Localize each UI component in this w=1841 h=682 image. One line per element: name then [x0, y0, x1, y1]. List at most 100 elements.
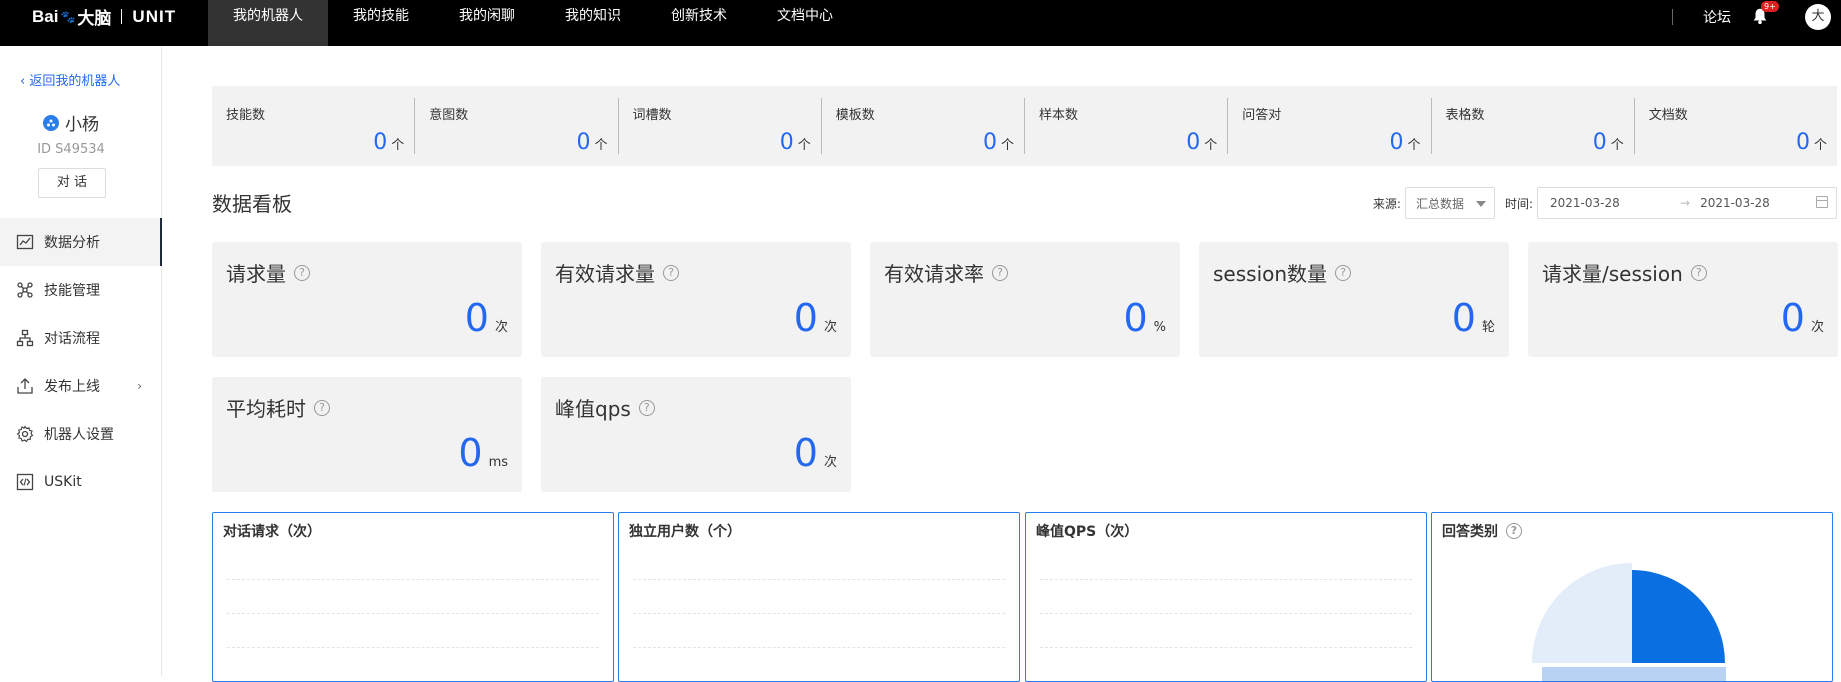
code-icon [16, 473, 34, 491]
logo-bai: Bai [32, 6, 59, 26]
stat-number: 0 [1389, 130, 1404, 155]
sidebar-item-data-analysis[interactable]: 数据分析 [0, 218, 162, 266]
metric-unit: 次 [494, 320, 508, 335]
help-icon[interactable]: ? [294, 264, 310, 281]
paw-icon: 🐾 [60, 9, 76, 24]
help-icon[interactable]: ? [638, 399, 655, 416]
stat-value: 0个 [576, 130, 607, 155]
metric-unit: 次 [823, 455, 837, 470]
metric-title-row: 峰值qps? [555, 393, 655, 422]
stat-unit: 个 [391, 138, 405, 153]
metric-value: 0轮 [1452, 296, 1495, 340]
metric-value: 0% [1123, 296, 1166, 340]
metric-title-row: 有效请求量? [555, 258, 679, 287]
stat-unit: 个 [1407, 138, 1421, 153]
source-label: 来源: [1372, 196, 1401, 211]
stat-label: 文档数 [1648, 108, 1688, 123]
grid-line [227, 613, 599, 614]
sidebar-item-uskit[interactable]: USKit [0, 458, 162, 506]
trend-chart-icon [16, 233, 34, 251]
help-icon[interactable]: ? [314, 399, 330, 416]
chart-title: 独立用户数（个） [629, 524, 741, 540]
nav-my-skills[interactable]: 我的技能 [328, 0, 434, 46]
sidebar-item-robot-settings[interactable]: 机器人设置 [0, 410, 162, 458]
stat-number: 0 [982, 130, 997, 155]
grid-line [633, 613, 1005, 614]
upload-icon [16, 377, 34, 395]
source-select[interactable]: 汇总数据 [1404, 187, 1495, 219]
sidebar-item-label: 技能管理 [44, 283, 100, 299]
stat-number: 0 [373, 130, 388, 155]
metric-title: 峰值qps [555, 397, 631, 421]
sidebar-item-label: 对话流程 [44, 331, 100, 347]
pie-slice-light [1532, 563, 1632, 663]
sidebar-item-label: 数据分析 [44, 235, 100, 251]
stat-slots: 词槽数 0个 [619, 98, 822, 155]
forum-link[interactable]: 论坛 [1703, 7, 1731, 27]
pie-slice-dark [1632, 570, 1725, 663]
arrow-right-icon: → [1680, 196, 1691, 210]
stat-qa-pairs: 问答对 0个 [1228, 98, 1432, 155]
user-avatar[interactable]: 大 [1805, 3, 1831, 30]
stat-label: 模板数 [835, 108, 875, 123]
metric-number: 0 [458, 431, 483, 475]
metric-value: 0次 [794, 296, 837, 340]
sidebar-item-skill-management[interactable]: 技能管理 [0, 266, 162, 314]
chat-button[interactable]: 对 话 [38, 168, 106, 198]
sidebar-item-dialog-flow[interactable]: 对话流程 [0, 314, 162, 362]
chart-title: 峰值QPS（次） [1036, 524, 1139, 540]
gear-icon [16, 425, 34, 443]
nav-my-chat[interactable]: 我的闲聊 [434, 0, 540, 46]
help-icon[interactable]: ? [663, 264, 679, 281]
notification-bell-icon[interactable]: 9+ [1751, 0, 1779, 27]
caret-down-icon [1475, 201, 1486, 207]
nodes-icon [16, 281, 34, 299]
grid-line [1040, 579, 1412, 580]
robot-icon [43, 114, 59, 131]
nav-innovation[interactable]: 创新技术 [646, 0, 752, 46]
metric-title-row: 请求量/session? [1542, 258, 1707, 287]
stat-unit: 个 [1813, 138, 1827, 153]
sidebar-item-publish[interactable]: 发布上线 › [0, 362, 162, 410]
bot-name-row: 小杨 [0, 110, 142, 135]
metric-number: 0 [464, 296, 489, 340]
metric-unit: ms [488, 455, 508, 470]
notification-badge: 9+ [1761, 0, 1779, 12]
stat-unit: 个 [1610, 138, 1624, 153]
help-icon[interactable]: ? [1335, 264, 1352, 281]
time-label: 时间: [1504, 196, 1533, 211]
date-range-picker[interactable]: 2021-03-28 → 2021-03-28 [1537, 187, 1837, 219]
metric-title-row: 有效请求率? [884, 258, 1008, 287]
main-content: 技能数 0个 意图数 0个 词槽数 0个 模板数 0个 样本数 0个 问答对 0… [162, 46, 1841, 682]
metric-unit: 次 [1810, 320, 1824, 335]
stat-number: 0 [1592, 130, 1607, 155]
date-end: 2021-03-28 [1700, 196, 1770, 210]
metric-title: 平均耗时 [226, 397, 306, 421]
metric-title: session数量 [1213, 262, 1328, 286]
stat-number: 0 [1795, 130, 1810, 155]
metric-card-valid-requests: 有效请求量? 0次 [541, 242, 851, 357]
stat-samples: 样本数 0个 [1025, 98, 1229, 155]
stat-value: 0个 [780, 130, 811, 155]
back-to-robots-link[interactable]: ‹ 返回我的机器人 [20, 70, 120, 89]
help-icon[interactable]: ? [992, 264, 1008, 281]
logo-unit: UNIT [132, 6, 177, 26]
metric-number: 0 [793, 431, 818, 475]
dashboard-filters: 来源: 汇总数据 时间: 2021-03-28 → 2021-03-28 [1373, 187, 1837, 219]
nav-my-robots[interactable]: 我的机器人 [208, 0, 328, 46]
help-icon[interactable]: ? [1690, 264, 1707, 281]
nav-docs[interactable]: 文档中心 [752, 0, 858, 46]
metric-unit: 轮 [1481, 320, 1495, 335]
source-select-value: 汇总数据 [1415, 196, 1464, 211]
stat-value: 0个 [1593, 130, 1624, 155]
stat-unit: 个 [1204, 138, 1218, 153]
nav-my-knowledge[interactable]: 我的知识 [540, 0, 646, 46]
metric-card-sessions: session数量? 0轮 [1199, 242, 1509, 357]
baidu-unit-logo[interactable]: Bai 🐾 大脑 UNIT [32, 0, 176, 33]
stat-value: 0个 [1186, 130, 1217, 155]
stat-label: 意图数 [429, 108, 469, 123]
pie-chart [1532, 563, 1726, 681]
chevron-right-icon: › [137, 379, 142, 393]
chart-answer-category: 回答类别? [1431, 512, 1833, 682]
stat-tables: 表格数 0个 [1432, 98, 1635, 155]
